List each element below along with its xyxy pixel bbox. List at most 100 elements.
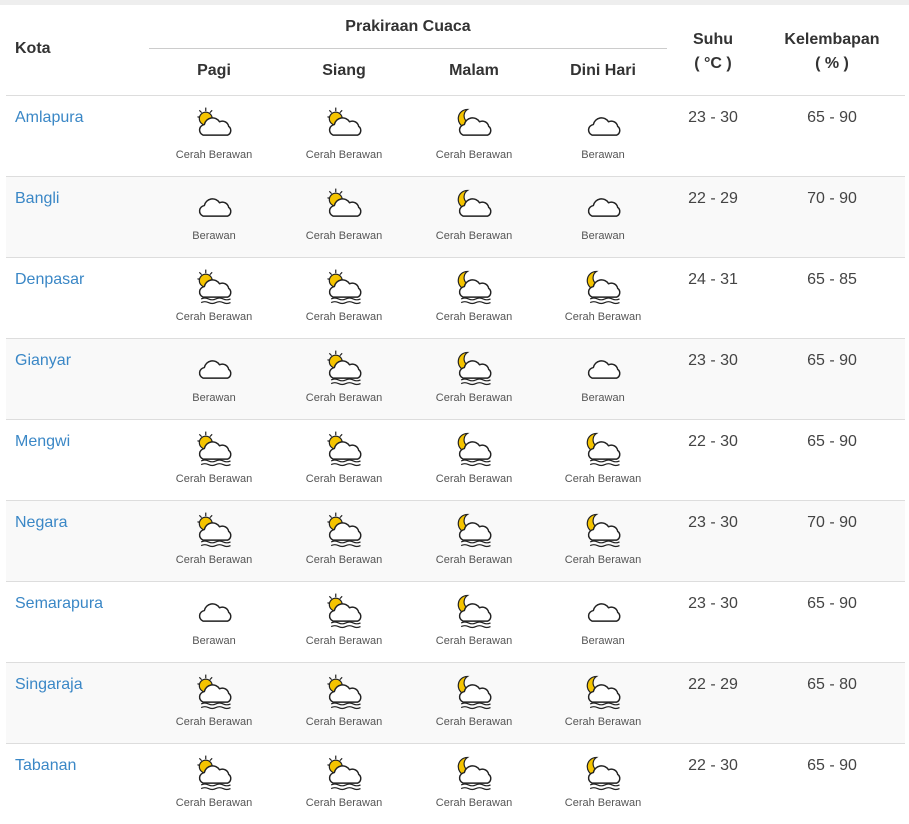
temperature-range: 22 - 30 xyxy=(688,433,738,450)
table-row: Bangli Berawan Cerah Berawan Cerah Berawan B… xyxy=(6,177,905,258)
temperature-range: 23 - 30 xyxy=(688,514,738,531)
forecast-label: Cerah Berawan xyxy=(305,797,383,809)
forecast-cell: Berawan xyxy=(149,590,279,647)
forecast-cell: Cerah Berawan xyxy=(409,185,539,242)
forecast-cell: Berawan xyxy=(149,347,279,404)
city-link[interactable]: Amlapura xyxy=(15,109,83,127)
forecast-cell: Cerah Berawan xyxy=(279,347,409,404)
table-row: Gianyar Berawan Cerah Berawan Cerah Berawan… xyxy=(6,339,905,420)
temperature-range: 23 - 30 xyxy=(688,109,738,126)
sun-cloud-haze-icon xyxy=(149,266,279,308)
temperature-range: 22 - 29 xyxy=(688,676,738,693)
cloud-icon xyxy=(538,185,668,227)
forecast-cell: Berawan xyxy=(149,185,279,242)
humidity-range: 65 - 90 xyxy=(807,433,857,450)
city-link[interactable]: Negara xyxy=(15,514,67,532)
forecast-label: Cerah Berawan xyxy=(305,311,383,323)
forecast-label: Cerah Berawan xyxy=(435,473,513,485)
forecast-label: Cerah Berawan xyxy=(435,716,513,728)
sun-cloud-haze-icon xyxy=(279,347,409,389)
cloud-icon xyxy=(149,590,279,632)
forecast-label: Cerah Berawan xyxy=(305,554,383,566)
forecast-cell: Cerah Berawan xyxy=(409,266,539,323)
sun-cloud-icon xyxy=(279,185,409,227)
temperature-range: 23 - 30 xyxy=(688,352,738,369)
moon-cloud-haze-icon xyxy=(409,671,539,713)
forecast-label: Cerah Berawan xyxy=(305,230,383,242)
humidity-range: 65 - 90 xyxy=(807,595,857,612)
city-link[interactable]: Bangli xyxy=(15,190,59,208)
humidity-range: 65 - 90 xyxy=(807,109,857,126)
forecast-label: Cerah Berawan xyxy=(564,473,642,485)
humidity-range: 65 - 80 xyxy=(807,676,857,693)
humidity-range: 65 - 90 xyxy=(807,757,857,774)
moon-cloud-icon xyxy=(409,104,539,146)
moon-cloud-haze-icon xyxy=(538,671,668,713)
header-prakiraan-cuaca: Prakiraan Cuaca xyxy=(345,18,471,35)
sun-cloud-haze-icon xyxy=(149,428,279,470)
forecast-cell: Cerah Berawan xyxy=(279,266,409,323)
forecast-label: Cerah Berawan xyxy=(305,392,383,404)
city-link[interactable]: Mengwi xyxy=(15,433,70,451)
forecast-cell: Cerah Berawan xyxy=(538,752,668,809)
forecast-cell: Cerah Berawan xyxy=(149,104,279,161)
city-link[interactable]: Gianyar xyxy=(15,352,71,370)
forecast-cell: Cerah Berawan xyxy=(279,428,409,485)
forecast-label: Cerah Berawan xyxy=(564,311,642,323)
sun-cloud-haze-icon xyxy=(279,509,409,551)
forecast-cell: Cerah Berawan xyxy=(279,590,409,647)
humidity-range: 70 - 90 xyxy=(807,514,857,531)
temperature-range: 22 - 30 xyxy=(688,757,738,774)
moon-cloud-icon xyxy=(409,185,539,227)
city-link[interactable]: Semarapura xyxy=(15,595,103,613)
forecast-cell: Berawan xyxy=(538,104,668,161)
forecast-cell: Cerah Berawan xyxy=(409,347,539,404)
forecast-cell: Cerah Berawan xyxy=(538,266,668,323)
forecast-cell: Cerah Berawan xyxy=(538,509,668,566)
temperature-range: 24 - 31 xyxy=(688,271,738,288)
sun-cloud-haze-icon xyxy=(279,266,409,308)
forecast-label: Berawan xyxy=(192,230,236,242)
city-link[interactable]: Tabanan xyxy=(15,757,76,775)
city-link[interactable]: Denpasar xyxy=(15,271,84,289)
forecast-label: Cerah Berawan xyxy=(564,554,642,566)
moon-cloud-haze-icon xyxy=(409,590,539,632)
sun-cloud-haze-icon xyxy=(279,752,409,794)
header-malam: Malam xyxy=(449,62,499,79)
city-link[interactable]: Singaraja xyxy=(15,676,83,694)
moon-cloud-haze-icon xyxy=(538,428,668,470)
sun-cloud-icon xyxy=(149,104,279,146)
forecast-cell: Cerah Berawan xyxy=(279,671,409,728)
forecast-label: Cerah Berawan xyxy=(435,554,513,566)
header-siang: Siang xyxy=(322,62,366,79)
humidity-range: 65 - 85 xyxy=(807,271,857,288)
forecast-label: Berawan xyxy=(192,392,236,404)
forecast-label: Cerah Berawan xyxy=(435,149,513,161)
sun-cloud-haze-icon xyxy=(149,509,279,551)
cloud-icon xyxy=(538,347,668,389)
forecast-label: Cerah Berawan xyxy=(564,716,642,728)
sun-cloud-haze-icon xyxy=(149,752,279,794)
forecast-label: Berawan xyxy=(581,149,625,161)
moon-cloud-haze-icon xyxy=(409,509,539,551)
table-row: Mengwi Cerah Berawan Cerah Berawan Cerah Be… xyxy=(6,420,905,501)
forecast-cell: Berawan xyxy=(538,347,668,404)
forecast-label: Cerah Berawan xyxy=(305,635,383,647)
table-header: Kota Prakiraan Cuaca Pagi Siang Malam Di… xyxy=(6,5,905,96)
forecast-cell: Cerah Berawan xyxy=(149,266,279,323)
header-pagi: Pagi xyxy=(197,62,231,79)
forecast-cell: Cerah Berawan xyxy=(279,509,409,566)
table-row: Tabanan Cerah Berawan Cerah Berawan Cerah B… xyxy=(6,744,905,824)
header-dini-hari: Dini Hari xyxy=(570,62,636,79)
forecast-label: Cerah Berawan xyxy=(305,149,383,161)
forecast-cell: Cerah Berawan xyxy=(149,509,279,566)
forecast-cell: Cerah Berawan xyxy=(409,104,539,161)
forecast-label: Cerah Berawan xyxy=(435,635,513,647)
cloud-icon xyxy=(149,347,279,389)
forecast-label: Berawan xyxy=(192,635,236,647)
cloud-icon xyxy=(149,185,279,227)
header-suhu-label: Suhu xyxy=(693,31,733,48)
moon-cloud-haze-icon xyxy=(409,752,539,794)
header-kelembapan: Kelembapan ( % ) xyxy=(766,28,898,76)
temperature-range: 23 - 30 xyxy=(688,595,738,612)
